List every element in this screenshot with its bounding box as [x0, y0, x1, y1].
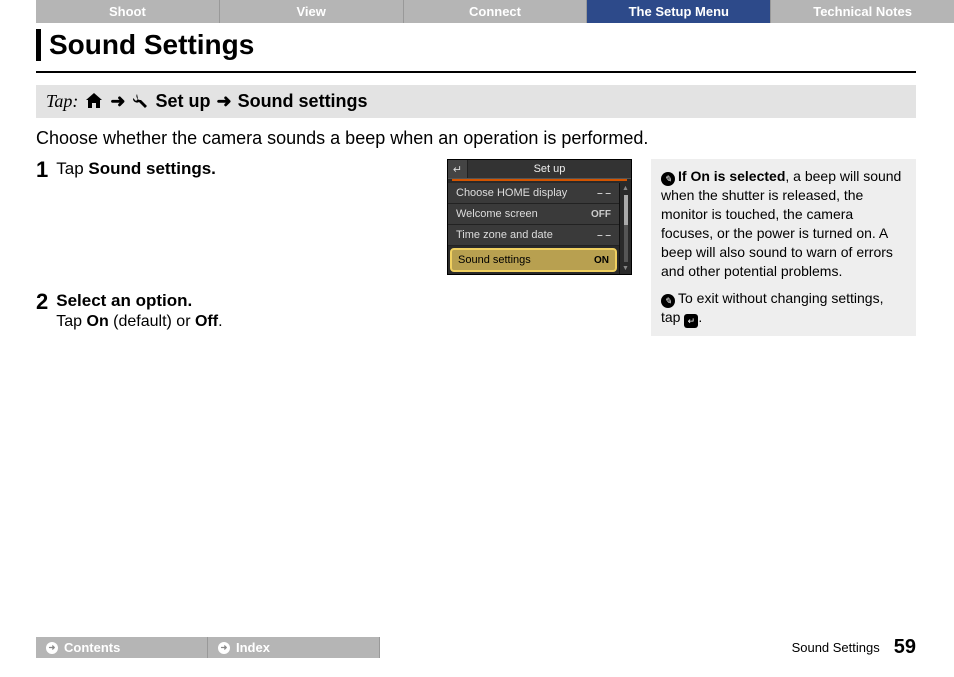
screen-title: Set up — [468, 161, 631, 177]
step-number: 1 — [36, 159, 48, 181]
screen-row-label: Time zone and date — [456, 229, 553, 241]
screen-row-value: – – — [597, 188, 611, 199]
breadcrumb-sound-settings: Sound settings — [238, 91, 368, 112]
scroll-track — [624, 195, 628, 262]
arrow-icon: ➜ — [110, 91, 125, 112]
tab-view[interactable]: View — [220, 0, 404, 23]
home-icon — [84, 91, 104, 112]
tab-technical-notes[interactable]: Technical Notes — [771, 0, 954, 23]
step2-end: . — [218, 313, 222, 330]
step1-strong: Sound settings. — [88, 159, 216, 178]
tap-label: Tap: — [46, 91, 78, 112]
footer-index-button[interactable]: ➜ Index — [208, 637, 380, 658]
step-1: 1 Tap Sound settings. — [36, 159, 433, 181]
tab-connect[interactable]: Connect — [404, 0, 588, 23]
tab-shoot[interactable]: Shoot — [36, 0, 220, 23]
intro-text: Choose whether the camera sounds a beep … — [36, 128, 916, 149]
screen-row-value: – – — [597, 230, 611, 241]
camera-screen: ↵ Set up Choose HOME display – – Welcome… — [447, 159, 632, 275]
screen-row: Time zone and date – – — [448, 225, 619, 246]
screen-divider — [452, 179, 627, 181]
footer-caption: Sound Settings — [792, 640, 880, 655]
screen-row-highlighted: Sound settings ON — [450, 248, 617, 272]
step2-prefix: Tap — [56, 313, 86, 330]
screen-scrollbar: ▲ ▼ — [619, 183, 631, 274]
step2-on: On — [87, 313, 109, 330]
page-title: Sound Settings — [36, 29, 916, 61]
note1-rest: , a beep will sound when the shutter is … — [661, 168, 901, 279]
arrow-circle-icon: ➜ — [46, 642, 58, 654]
title-divider — [36, 71, 916, 73]
footer: ➜ Contents ➜ Index Sound Settings 59 — [36, 636, 916, 659]
step2-mid: (default) or — [109, 313, 195, 330]
page-number: 59 — [894, 636, 916, 659]
arrow-circle-icon: ➜ — [218, 642, 230, 654]
screen-row-value: ON — [594, 255, 609, 266]
screen-row-label: Welcome screen — [456, 208, 538, 220]
footer-index-label: Index — [236, 640, 270, 655]
step-number: 2 — [36, 291, 48, 331]
breadcrumb: Tap: ➜ Set up ➜ Sound settings — [36, 85, 916, 118]
screen-back-icon: ↵ — [448, 160, 468, 178]
scroll-up-icon: ▲ — [622, 185, 629, 192]
step1-prefix: Tap — [56, 159, 88, 178]
pencil-icon: ✎ — [661, 172, 675, 186]
arrow-icon: ➜ — [216, 91, 231, 112]
footer-contents-label: Contents — [64, 640, 120, 655]
scroll-down-icon: ▼ — [622, 265, 629, 272]
note2-end: . — [698, 309, 702, 325]
screen-row: Welcome screen OFF — [448, 204, 619, 225]
back-inline-icon: ↵ — [684, 314, 698, 328]
step2-off: Off — [195, 313, 218, 330]
top-tabs: Shoot View Connect The Setup Menu Techni… — [36, 0, 954, 23]
step2-strong: Select an option. — [56, 291, 192, 310]
screen-row-label: Choose HOME display — [456, 187, 567, 199]
step-2: 2 Select an option. Tap On (default) or … — [36, 291, 433, 331]
pencil-icon: ✎ — [661, 294, 675, 308]
scroll-thumb — [624, 195, 628, 225]
screen-row: Choose HOME display – – — [448, 183, 619, 204]
screen-list: Choose HOME display – – Welcome screen O… — [448, 183, 619, 274]
screen-row-label: Sound settings — [458, 254, 531, 266]
note-box: ✎If On is selected, a beep will sound wh… — [651, 159, 916, 336]
screen-row-value: OFF — [591, 209, 611, 220]
note1-strong: If On is selected — [678, 168, 785, 184]
wrench-icon — [131, 91, 149, 112]
tab-setup-menu[interactable]: The Setup Menu — [587, 0, 771, 23]
footer-contents-button[interactable]: ➜ Contents — [36, 637, 208, 658]
breadcrumb-setup: Set up — [155, 91, 210, 112]
